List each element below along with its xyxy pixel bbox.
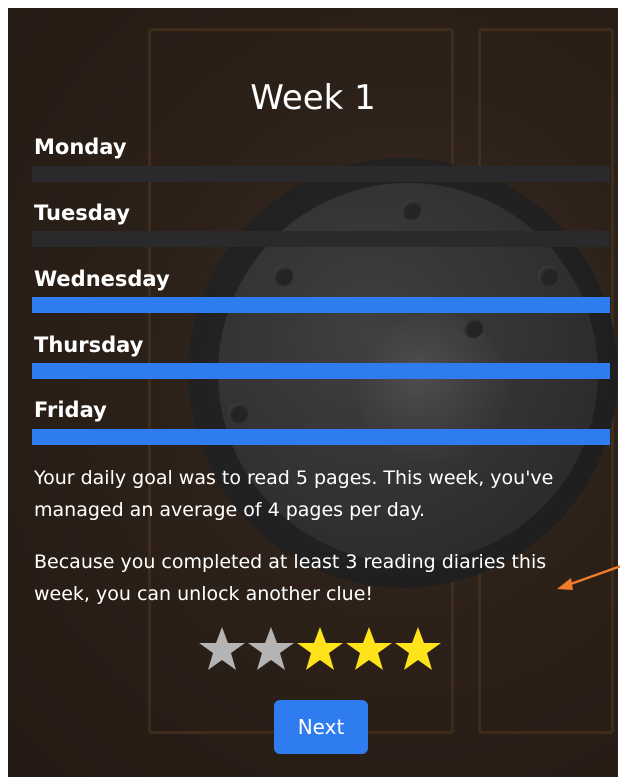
week-title: Week 1	[250, 78, 376, 118]
week-summary-panel: Week 1 Monday Tuesday Wednesday Thursday…	[8, 8, 618, 777]
goal-summary-text: Your daily goal was to read 5 pages. Thi…	[34, 467, 554, 521]
arrow-shaft	[564, 565, 620, 588]
arrow-head	[557, 578, 573, 590]
day-label-tuesday: Tuesday	[34, 201, 130, 225]
annotation-arrow-icon	[557, 565, 620, 590]
day-label-monday: Monday	[34, 135, 127, 159]
star-empty-icon	[247, 626, 295, 672]
unlock-clue-text: Because you completed at least 3 reading…	[34, 551, 547, 605]
day-progress-bar-tuesday	[32, 231, 610, 247]
day-progress-bar-thursday	[32, 363, 610, 379]
next-button[interactable]: Next	[274, 700, 368, 754]
day-label-thursday: Thursday	[34, 333, 144, 357]
star-filled-icon	[296, 626, 344, 672]
star-filled-icon	[394, 626, 442, 672]
day-progress-bar-wednesday	[32, 297, 610, 313]
day-label-friday: Friday	[34, 398, 107, 422]
star-empty-icon	[198, 626, 246, 672]
day-progress-bar-monday	[32, 166, 610, 182]
star-rating	[198, 626, 443, 676]
day-progress-bar-friday	[32, 429, 610, 445]
star-filled-icon	[345, 626, 393, 672]
day-label-wednesday: Wednesday	[34, 267, 170, 291]
